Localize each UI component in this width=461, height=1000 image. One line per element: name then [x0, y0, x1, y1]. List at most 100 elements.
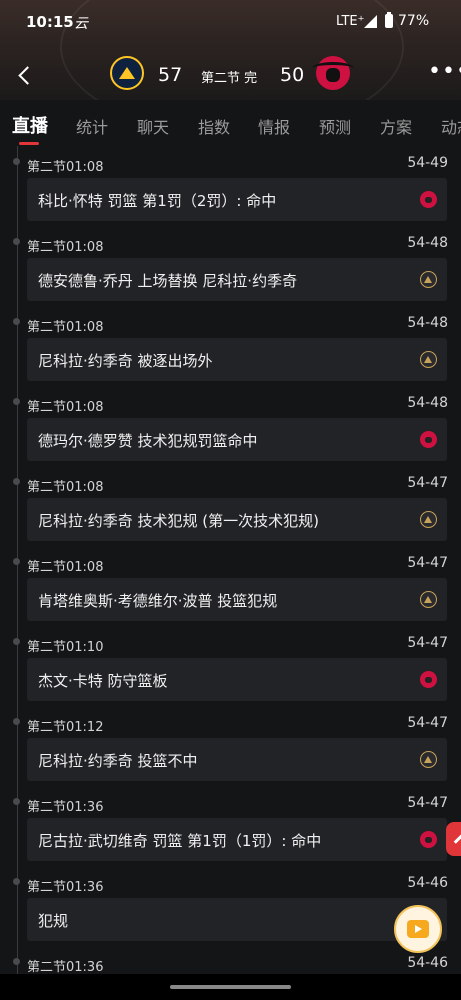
timeline-dot — [13, 718, 20, 725]
timeline-dot — [13, 878, 20, 885]
more-options-button[interactable]: ••• — [428, 61, 461, 83]
timeline-dot — [13, 158, 20, 165]
app-notification-icon: 云 — [74, 16, 88, 32]
system-nav-bar — [0, 974, 461, 1000]
active-tab-indicator — [19, 142, 39, 145]
event-card[interactable]: 尼科拉·约季奇 技术犯规 (第一次技术犯规) — [27, 498, 447, 541]
event-time: 第二节01:08 — [27, 560, 104, 575]
event-score: 54-48 — [407, 395, 448, 411]
event-card[interactable]: 德安德鲁·乔丹 上场替换 尼科拉·约季奇 — [27, 258, 447, 301]
event-item[interactable]: 第二节01:36 54-47 尼古拉·武切维奇 罚篮 第1罚（1罚）: 命中 — [0, 786, 461, 866]
event-text: 尼古拉·武切维奇 罚篮 第1罚（1罚）: 命中 — [38, 832, 322, 850]
tab-predict[interactable]: 预测 — [319, 114, 351, 138]
event-score: 54-46 — [407, 875, 448, 891]
bulls-logo-icon — [420, 831, 437, 848]
game-header: 10:15 云 LTE⁺ 77% 57 第二节 完 50 ••• — [0, 0, 461, 100]
edit-float-button[interactable] — [446, 822, 461, 856]
timeline-dot — [13, 558, 20, 565]
event-score: 54-47 — [407, 635, 448, 651]
battery-icon — [385, 12, 393, 28]
event-text: 德安德鲁·乔丹 上场替换 尼科拉·约季奇 — [38, 272, 298, 290]
event-card[interactable]: 尼古拉·武切维奇 罚篮 第1罚（1罚）: 命中 — [27, 818, 447, 861]
event-text: 尼科拉·约季奇 技术犯规 (第一次技术犯规) — [38, 512, 320, 530]
timeline-dot — [13, 238, 20, 245]
event-item[interactable]: 第二节01:08 54-47 肯塔维奥斯·考德维尔·波普 投篮犯规 — [0, 546, 461, 626]
event-item[interactable]: 第二节01:36 54-46 — [0, 946, 461, 974]
event-card[interactable]: 科比·怀特 罚篮 第1罚（2罚）: 命中 — [27, 178, 447, 221]
play-by-play-list[interactable]: 第二节01:08 54-49 科比·怀特 罚篮 第1罚（2罚）: 命中 第二节0… — [0, 146, 461, 974]
event-time: 第二节01:08 — [27, 480, 104, 495]
event-card[interactable]: 尼科拉·约季奇 被逐出场外 — [27, 338, 447, 381]
event-item[interactable]: 第二节01:08 54-48 德玛尔·德罗赞 技术犯规罚篮命中 — [0, 386, 461, 466]
event-card[interactable]: 德玛尔·德罗赞 技术犯规罚篮命中 — [27, 418, 447, 461]
bulls-logo-icon[interactable] — [312, 56, 354, 90]
event-score: 54-47 — [407, 475, 448, 491]
video-play-icon — [407, 920, 429, 938]
bulls-logo-icon — [420, 431, 437, 448]
event-time: 第二节01:08 — [27, 240, 104, 255]
away-score: 50 — [280, 64, 305, 86]
nuggets-logo-icon — [420, 511, 437, 528]
signal-icon — [364, 15, 377, 28]
home-gesture-handle[interactable] — [170, 985, 291, 989]
timeline-dot — [13, 958, 20, 965]
event-time: 第二节01:08 — [27, 400, 104, 415]
event-time: 第二节01:08 — [27, 160, 104, 175]
status-bar: 10:15 云 LTE⁺ 77% — [0, 0, 461, 44]
bulls-logo-icon — [420, 191, 437, 208]
battery-percent: 77% — [398, 13, 430, 29]
event-text: 尼科拉·约季奇 被逐出场外 — [38, 352, 213, 370]
event-item[interactable]: 第二节01:08 54-48 尼科拉·约季奇 被逐出场外 — [0, 306, 461, 386]
tab-intel[interactable]: 情报 — [258, 114, 290, 138]
event-text: 尼科拉·约季奇 投篮不中 — [38, 752, 198, 770]
tab-live[interactable]: 直播 — [12, 112, 48, 138]
event-item[interactable]: 第二节01:08 54-47 尼科拉·约季奇 技术犯规 (第一次技术犯规) — [0, 466, 461, 546]
timeline-dot — [13, 318, 20, 325]
event-score: 54-49 — [407, 155, 448, 171]
event-text: 德玛尔·德罗赞 技术犯规罚篮命中 — [38, 432, 258, 450]
tab-stats[interactable]: 统计 — [76, 114, 108, 138]
back-arrow-icon — [17, 65, 37, 85]
event-time: 第二节01:08 — [27, 320, 104, 335]
game-status: 第二节 完 — [201, 71, 258, 86]
home-score: 57 — [158, 64, 183, 86]
event-text: 杰文·卡特 防守篮板 — [38, 672, 168, 690]
network-indicator: LTE⁺ — [336, 14, 365, 29]
nuggets-logo-icon — [420, 271, 437, 288]
tab-news[interactable]: 动态 — [441, 114, 461, 138]
timeline-dot — [13, 398, 20, 405]
nuggets-logo-icon[interactable] — [110, 56, 144, 90]
event-score: 54-47 — [407, 555, 448, 571]
nuggets-logo-icon — [420, 751, 437, 768]
status-time: 10:15 — [26, 13, 74, 31]
tab-odds[interactable]: 指数 — [198, 114, 230, 138]
event-text: 肯塔维奥斯·考德维尔·波普 投篮犯规 — [38, 592, 278, 610]
back-button[interactable] — [12, 60, 42, 90]
event-score: 54-47 — [407, 795, 448, 811]
event-time: 第二节01:12 — [27, 720, 104, 735]
event-item[interactable]: 第二节01:08 54-48 德安德鲁·乔丹 上场替换 尼科拉·约季奇 — [0, 226, 461, 306]
nuggets-logo-icon — [420, 591, 437, 608]
event-text: 犯规 — [38, 912, 69, 930]
timeline-dot — [13, 638, 20, 645]
event-score: 54-48 — [407, 235, 448, 251]
event-item[interactable]: 第二节01:10 54-47 杰文·卡特 防守篮板 — [0, 626, 461, 706]
nuggets-logo-icon — [420, 351, 437, 368]
event-card[interactable]: 尼科拉·约季奇 投篮不中 — [27, 738, 447, 781]
tab-chat[interactable]: 聊天 — [137, 114, 169, 138]
event-item[interactable]: 第二节01:12 54-47 尼科拉·约季奇 投篮不中 — [0, 706, 461, 786]
event-card[interactable]: 杰文·卡特 防守篮板 — [27, 658, 447, 701]
video-float-button[interactable] — [394, 905, 442, 953]
tab-plans[interactable]: 方案 — [380, 114, 412, 138]
timeline-dot — [13, 478, 20, 485]
event-item[interactable]: 第二节01:08 54-49 科比·怀特 罚篮 第1罚（2罚）: 命中 — [0, 146, 461, 226]
event-score: 54-47 — [407, 715, 448, 731]
event-text: 科比·怀特 罚篮 第1罚（2罚）: 命中 — [38, 192, 277, 210]
bulls-logo-icon — [420, 671, 437, 688]
event-score: 54-48 — [407, 315, 448, 331]
event-card[interactable]: 肯塔维奥斯·考德维尔·波普 投篮犯规 — [27, 578, 447, 621]
timeline-dot — [13, 798, 20, 805]
event-item[interactable]: 第二节01:36 54-46 犯规 — [0, 866, 461, 946]
event-time: 第二节01:36 — [27, 960, 104, 974]
event-card[interactable]: 犯规 — [27, 898, 447, 941]
